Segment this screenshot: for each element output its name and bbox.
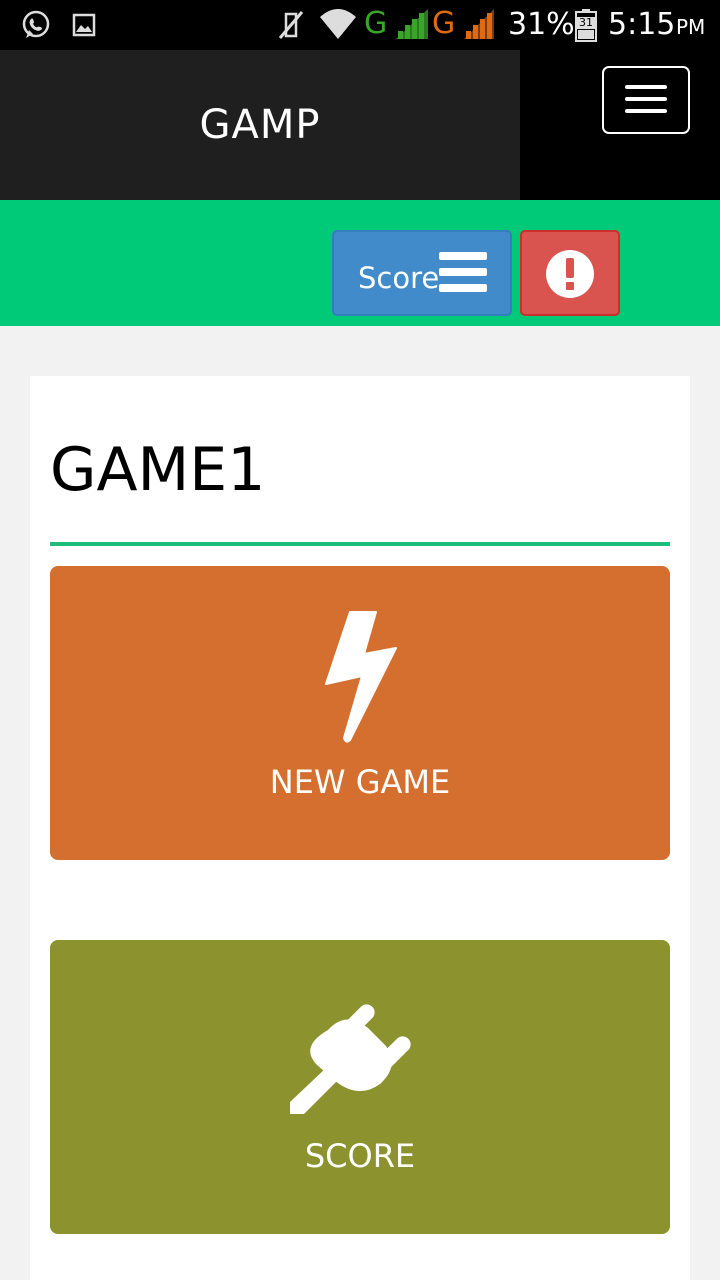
network-type-1: G (364, 6, 388, 41)
clock-ampm: PM (676, 15, 706, 39)
clock-time: 5:15 (608, 7, 676, 42)
score-button-label: Score (358, 261, 440, 295)
battery-percent: 31% (508, 7, 575, 42)
exclamation-circle-icon (546, 250, 594, 298)
mute-icon (276, 8, 306, 46)
app-bar: GAMP (0, 50, 720, 200)
divider (50, 542, 670, 546)
main-card: GAME1 NEW GAME SCORE (30, 376, 690, 1280)
menu-toggle-button[interactable] (602, 66, 690, 134)
signal-icon (462, 7, 496, 45)
score-button[interactable]: SCORE (50, 940, 670, 1234)
status-bar: G G 31% 31 5:15 PM (0, 0, 720, 50)
brand-title[interactable]: GAMP (0, 50, 520, 200)
new-game-label: NEW GAME (269, 763, 451, 801)
score-label: SCORE (304, 1137, 416, 1175)
whatsapp-icon (20, 9, 52, 45)
network-type-2: G (432, 6, 456, 41)
page-title: GAME1 (50, 435, 266, 505)
alert-button[interactable] (520, 230, 620, 316)
hamburger-icon (625, 97, 667, 101)
image-icon (72, 13, 96, 41)
battery-day: 31 (576, 17, 596, 29)
plug-icon (288, 974, 434, 1122)
new-game-button[interactable]: NEW GAME (50, 566, 670, 860)
toolbar: Score (0, 200, 720, 326)
hamburger-icon (625, 85, 667, 89)
lightning-icon (322, 610, 402, 748)
hamburger-icon (625, 109, 667, 113)
wifi-icon (318, 7, 358, 45)
signal-icon (394, 7, 430, 45)
score-menu-button[interactable]: Score (332, 230, 512, 316)
list-icon (439, 252, 487, 292)
